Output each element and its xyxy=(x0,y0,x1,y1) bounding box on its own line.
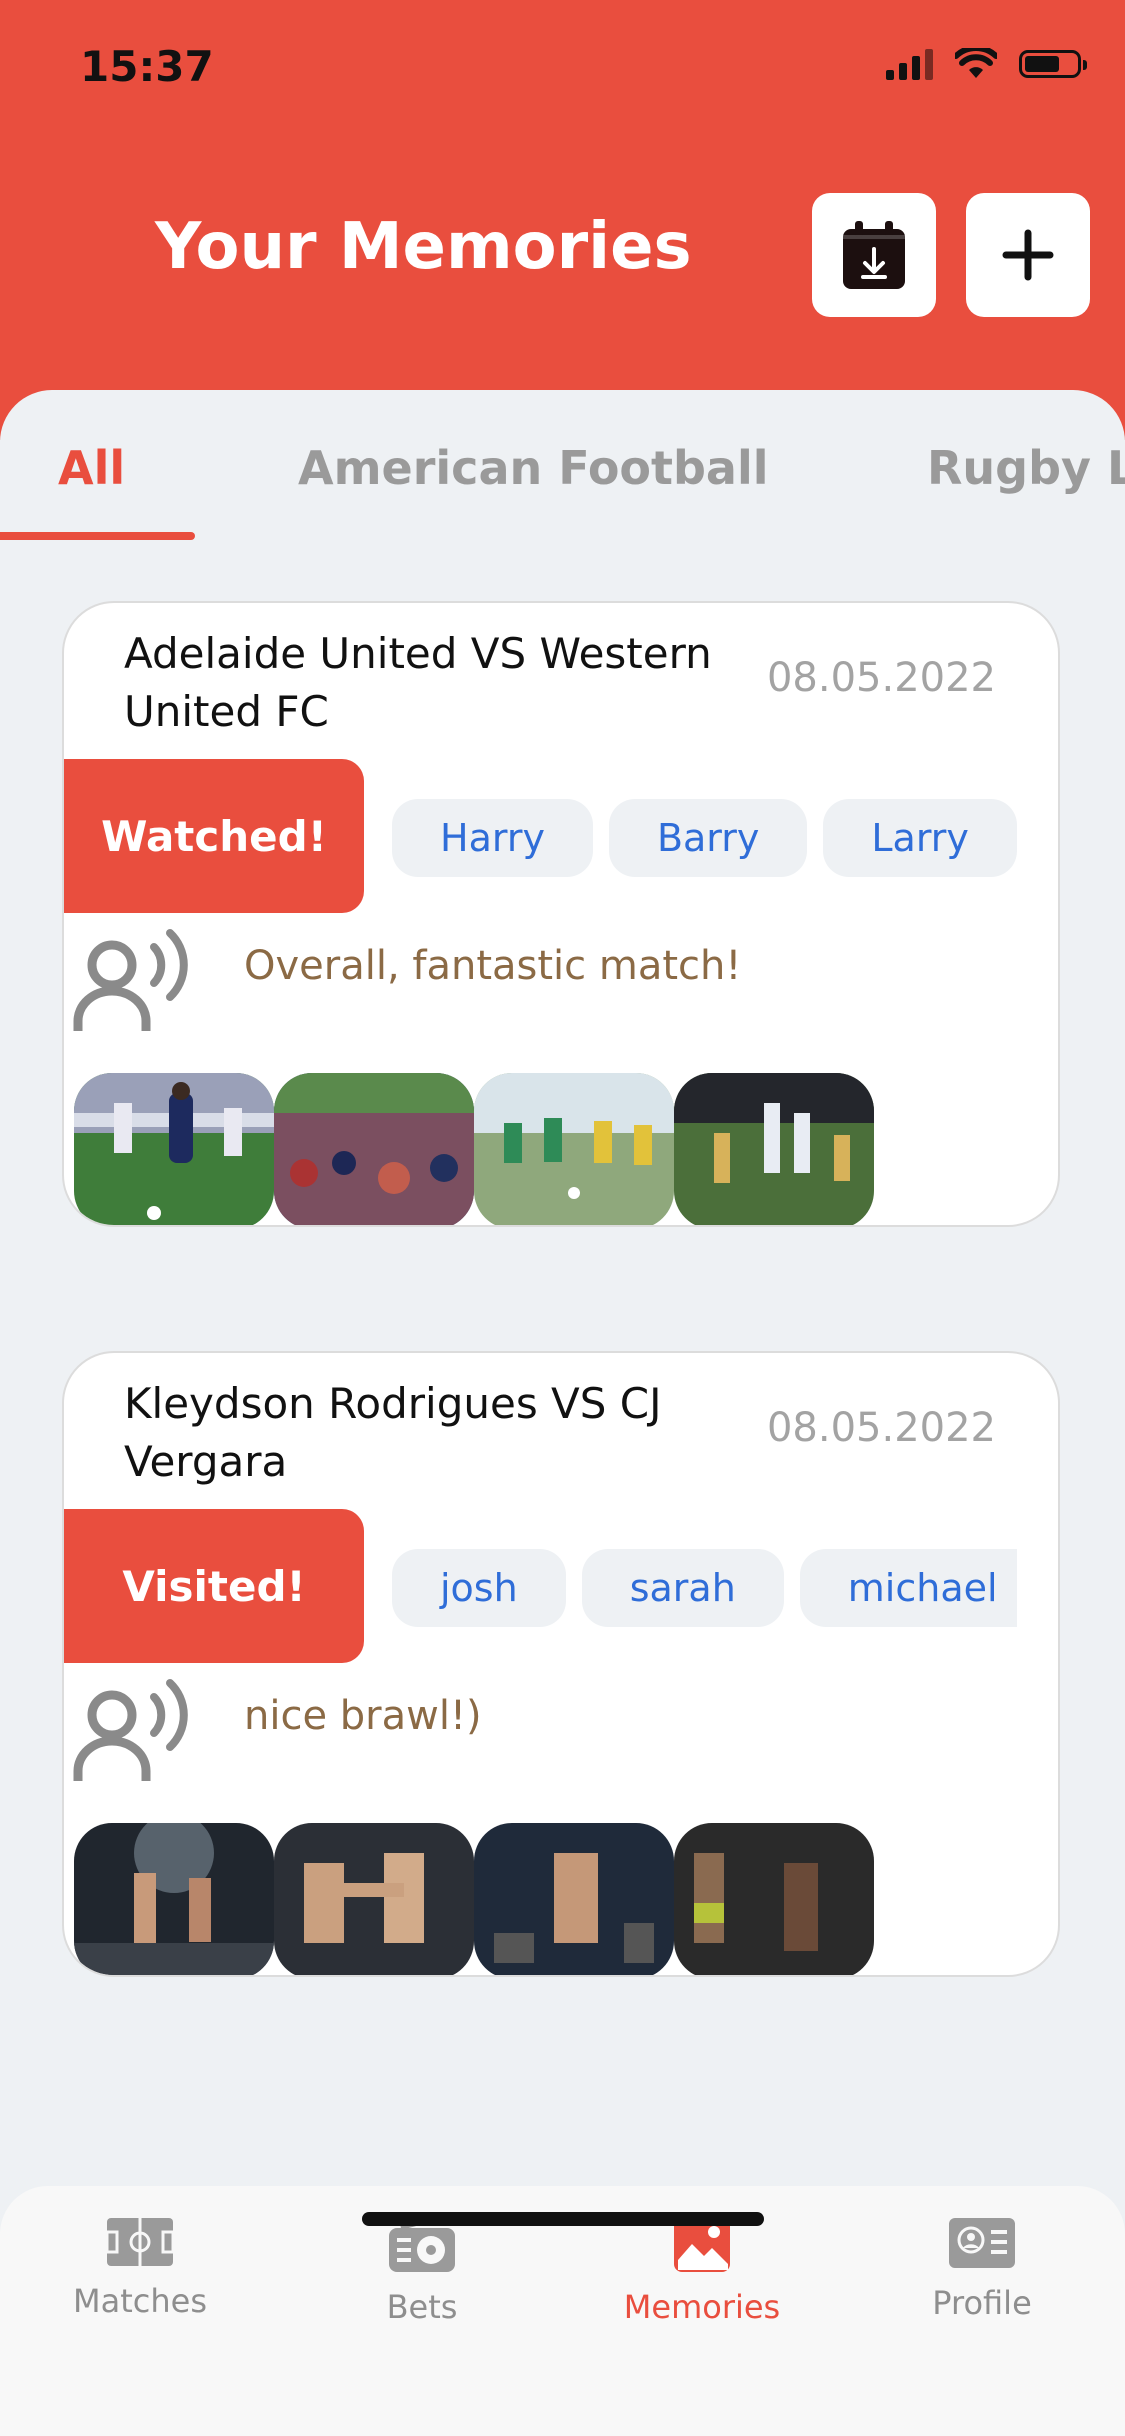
calendar-download-icon xyxy=(843,221,905,289)
aussie-rules-photo[interactable] xyxy=(674,1073,874,1225)
calendar-download-button[interactable] xyxy=(812,193,936,317)
nav-bets[interactable]: Bets xyxy=(322,2216,522,2326)
wifi-icon xyxy=(955,48,997,78)
plus-icon xyxy=(1002,229,1054,281)
status-badge: Watched! xyxy=(64,759,364,913)
memory-date: 08.05.2022 xyxy=(766,1405,996,1451)
nav-matches[interactable]: Matches xyxy=(40,2216,240,2320)
photo-strip xyxy=(74,1073,874,1225)
nav-label: Profile xyxy=(932,2284,1032,2322)
add-memory-button[interactable] xyxy=(966,193,1090,317)
tab-american-football[interactable]: American Football xyxy=(298,428,769,538)
sport-tabs: All American Football Rugby Le xyxy=(0,428,1125,548)
memory-note: nice brawl!) xyxy=(244,1693,482,1739)
people-list: Harry Barry Larry xyxy=(392,799,1017,879)
people-list: josh sarah michael xyxy=(392,1549,1017,1629)
nav-label: Bets xyxy=(386,2288,458,2326)
page-title: Your Memories xyxy=(155,210,692,284)
status-time: 15:37 xyxy=(80,42,214,91)
field-icon xyxy=(105,2218,175,2266)
person-chip[interactable]: michael xyxy=(799,1549,1017,1627)
soccer-match-photo[interactable] xyxy=(74,1073,274,1225)
signal-icon xyxy=(886,48,933,80)
home-indicator xyxy=(362,2212,764,2226)
person-chip[interactable]: josh xyxy=(392,1549,566,1627)
person-chip[interactable]: Larry xyxy=(823,799,1017,877)
ufc-fighter-photo[interactable] xyxy=(474,1823,674,1975)
memory-card[interactable]: Kleydson Rodrigues VS CJ Vergara 08.05.2… xyxy=(62,1351,1060,1977)
active-tab-indicator xyxy=(0,532,195,540)
kids-soccer-photo[interactable] xyxy=(474,1073,674,1225)
battery-icon xyxy=(1019,50,1087,78)
person-chip[interactable]: Barry xyxy=(608,799,808,877)
kickboxing-photo[interactable] xyxy=(74,1823,274,1975)
photo-strip xyxy=(74,1823,874,1975)
tab-all[interactable]: All xyxy=(58,428,125,538)
memory-note: Overall, fantastic match! xyxy=(244,943,742,989)
memory-date: 08.05.2022 xyxy=(766,655,996,701)
memory-title: Adelaide United VS Western United FC xyxy=(124,629,712,736)
memory-title: Kleydson Rodrigues VS CJ Vergara xyxy=(124,1379,662,1486)
mma-kick-photo[interactable] xyxy=(274,1823,474,1975)
stadium-crowd-photo[interactable] xyxy=(274,1073,474,1225)
status-badge: Visited! xyxy=(64,1509,364,1663)
nav-profile[interactable]: Profile xyxy=(882,2216,1082,2322)
nav-label: Matches xyxy=(73,2282,207,2320)
nav-memories[interactable]: Memories xyxy=(602,2216,802,2326)
id-card-icon xyxy=(949,2218,1015,2268)
cage-fight-photo[interactable] xyxy=(674,1823,874,1975)
tab-rugby-league[interactable]: Rugby Le xyxy=(927,428,1125,538)
person-chip[interactable]: Harry xyxy=(392,799,593,877)
header: 15:37 Your Memories xyxy=(0,0,1125,440)
voice-note-icon[interactable] xyxy=(72,925,196,1035)
status-icons xyxy=(886,48,1087,80)
voice-note-icon[interactable] xyxy=(72,1675,196,1785)
person-chip[interactable]: sarah xyxy=(581,1549,784,1627)
nav-label: Memories xyxy=(623,2288,781,2326)
memory-card[interactable]: Adelaide United VS Western United FC 08.… xyxy=(62,601,1060,1227)
